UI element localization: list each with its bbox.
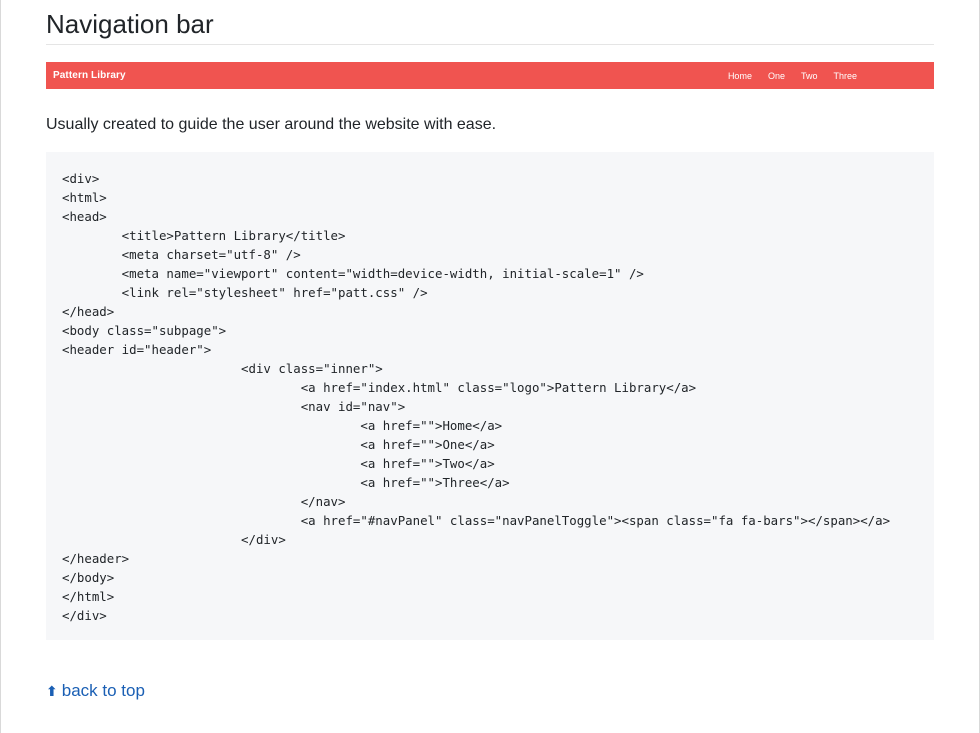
code-line: <a href="#navPanel" class="navPanelToggl…: [62, 513, 891, 528]
code-line: </body>: [62, 570, 115, 585]
page-title: Navigation bar: [46, 9, 214, 39]
back-to-top-label: back to top: [61, 681, 145, 700]
up-arrow-icon: ⬆: [46, 682, 58, 699]
code-line: </div>: [62, 608, 107, 623]
code-line: <a href="index.html" class="logo">Patter…: [62, 380, 697, 395]
code-line: <html>: [62, 190, 107, 205]
code-line: </head>: [62, 304, 115, 319]
code-line: <div class="inner">: [62, 361, 383, 376]
code-line: <head>: [62, 209, 107, 224]
code-line: <body class="subpage">: [62, 323, 227, 338]
demo-logo-link[interactable]: Pattern Library: [53, 70, 126, 81]
code-line: <title>Pattern Library</title>: [62, 228, 346, 243]
title-divider: [46, 44, 934, 45]
demo-nav-links: Home One Two Three: [712, 71, 927, 81]
code-line: </header>: [62, 551, 130, 566]
code-line: <a href="">Three</a>: [62, 475, 510, 490]
code-line: <header id="header">: [62, 342, 212, 357]
code-snippet: <div> <html> <head> <title>Pattern Libra…: [62, 169, 918, 625]
code-line: <a href="">One</a>: [62, 437, 495, 452]
code-line: <meta charset="utf-8" />: [62, 247, 301, 262]
code-line: <a href="">Home</a>: [62, 418, 503, 433]
demo-navigation-bar: Pattern Library Home One Two Three: [46, 62, 934, 89]
demo-nav-link-home[interactable]: Home: [728, 71, 752, 81]
demo-nav-link-two[interactable]: Two: [801, 71, 818, 81]
back-to-top-link[interactable]: ⬆ back to top: [46, 681, 145, 701]
code-line: <div>: [62, 171, 100, 186]
code-line: <link rel="stylesheet" href="patt.css" /…: [62, 285, 428, 300]
code-block: <div> <html> <head> <title>Pattern Libra…: [46, 152, 934, 640]
code-line: </div>: [62, 532, 286, 547]
section-description: Usually created to guide the user around…: [46, 116, 497, 133]
demo-nav-link-three[interactable]: Three: [833, 71, 857, 81]
code-line: <a href="">Two</a>: [62, 456, 495, 471]
code-line: </nav>: [62, 494, 346, 509]
code-line: </html>: [62, 589, 115, 604]
demo-nav-link-one[interactable]: One: [768, 71, 785, 81]
code-line: <meta name="viewport" content="width=dev…: [62, 266, 644, 281]
main-content: Navigation bar Pattern Library Home One …: [46, 0, 934, 640]
code-line: <nav id="nav">: [62, 399, 406, 414]
